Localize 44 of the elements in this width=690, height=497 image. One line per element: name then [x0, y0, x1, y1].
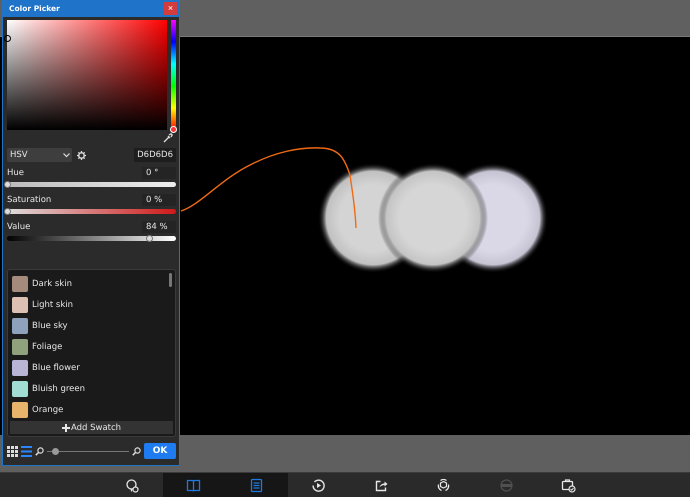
picker-handle[interactable]: [4, 34, 11, 42]
settings-icon[interactable]: [77, 150, 86, 160]
ok-button[interactable]: OK: [144, 443, 176, 459]
add-swatch-button[interactable]: Add Swatch: [10, 421, 173, 434]
value-field[interactable]: 0 %: [142, 194, 176, 206]
hex-field[interactable]: D6D6D6: [134, 148, 176, 162]
slider-thumb[interactable]: [4, 208, 11, 215]
eyedropper-icon[interactable]: [163, 133, 173, 143]
swatch-item[interactable]: Blue flower: [10, 357, 166, 378]
scrollbar[interactable]: [169, 273, 172, 287]
saturation-value-area[interactable]: [7, 20, 168, 130]
slider-thumb[interactable]: [4, 181, 11, 188]
sphere-icon: [498, 478, 514, 492]
grid-view-icon[interactable]: [7, 446, 18, 456]
value-field[interactable]: 0 °: [142, 167, 176, 179]
swatch-item[interactable]: Dark skin: [10, 273, 166, 294]
value-slider[interactable]: [7, 236, 176, 241]
replay-icon: [311, 478, 326, 492]
slider-label: Value: [7, 222, 30, 232]
swatch-item[interactable]: Blue sky: [10, 315, 166, 336]
camera-check-icon: [561, 478, 576, 492]
hue-slider[interactable]: [7, 182, 176, 187]
cube-icon: [436, 478, 452, 492]
mode-dropdown[interactable]: HSV: [7, 148, 72, 162]
value-field[interactable]: 84 %: [142, 221, 176, 233]
swatch-item[interactable]: Orange: [10, 399, 166, 420]
hue-strip[interactable]: [171, 20, 176, 130]
chevron-icon: [63, 152, 70, 158]
plus-icon: [62, 424, 70, 432]
list-view-icon[interactable]: [21, 446, 32, 456]
swatch-item[interactable]: Light skin: [10, 294, 166, 315]
swatch-item[interactable]: Foliage: [10, 336, 166, 357]
close-button[interactable]: ×: [164, 2, 177, 15]
zoom-handle[interactable]: [52, 448, 60, 454]
swatch-item[interactable]: Bluish green: [10, 378, 166, 399]
book-icon: [186, 478, 202, 492]
slider-thumb[interactable]: [146, 235, 153, 242]
slider-label: Hue: [7, 168, 24, 178]
slider-label: Saturation: [7, 195, 52, 205]
zoom-in-icon[interactable]: [132, 446, 141, 456]
saturation-slider[interactable]: [7, 209, 176, 214]
document-icon: [248, 478, 264, 492]
hue-handle[interactable]: [170, 126, 178, 133]
zoom-out-icon[interactable]: [35, 446, 44, 456]
